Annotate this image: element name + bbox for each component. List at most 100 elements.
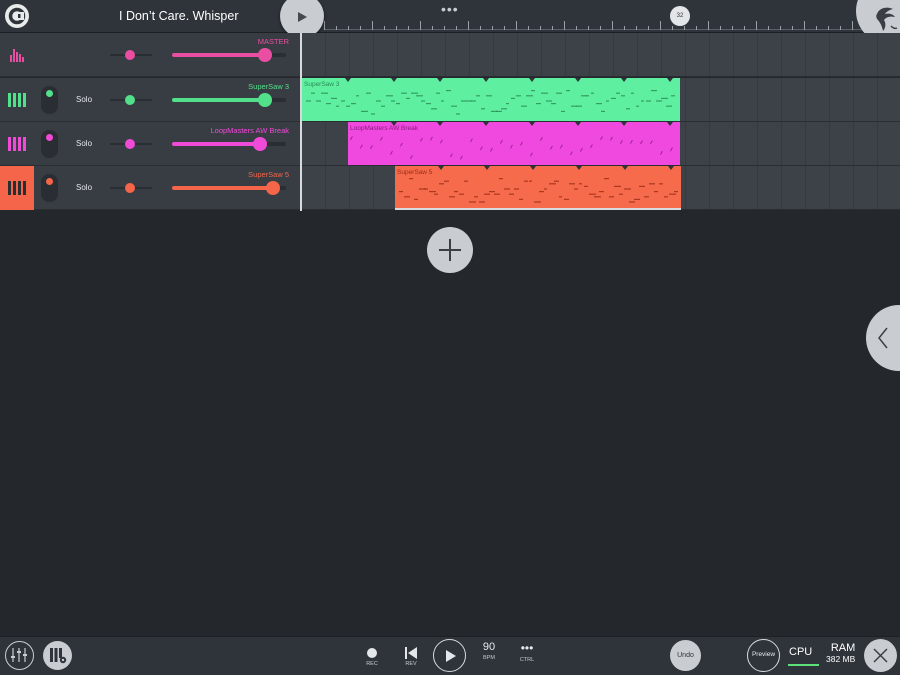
note <box>494 193 500 195</box>
note <box>409 155 413 160</box>
track-name[interactable]: LoopMasters AW Break <box>210 126 289 135</box>
side-panel-toggle[interactable] <box>866 305 900 371</box>
track-loopmasters-aw-break[interactable]: Solo LoopMasters AW Break <box>0 122 300 166</box>
solo-button[interactable]: Solo <box>76 183 92 192</box>
track-master[interactable]: MASTER <box>0 33 300 77</box>
pattern-clip[interactable]: LoopMasters AW Break <box>348 122 680 165</box>
track-name[interactable]: MASTER <box>258 37 289 46</box>
ruler-tick <box>336 26 337 30</box>
ruler-tick <box>720 26 721 30</box>
piano-keys-icon[interactable] <box>0 166 34 210</box>
note <box>634 198 640 200</box>
track-supersaw-5[interactable]: Solo SuperSaw 5 <box>0 166 300 210</box>
mixer-bars-icon[interactable] <box>0 33 34 77</box>
cpu-label: CPU <box>789 646 813 658</box>
note <box>481 108 485 110</box>
note <box>510 144 513 149</box>
note <box>639 185 645 187</box>
solo-button[interactable]: Solo <box>76 139 92 148</box>
note <box>444 180 449 182</box>
solo-button[interactable]: Solo <box>76 95 92 104</box>
note <box>619 193 623 195</box>
note <box>664 196 668 198</box>
ruler-tick <box>840 26 841 30</box>
note <box>651 90 657 92</box>
preview-button[interactable]: Preview <box>747 639 780 672</box>
note <box>406 97 410 99</box>
note <box>669 193 676 195</box>
note <box>434 193 438 195</box>
plugins-button[interactable] <box>43 641 72 670</box>
beat-marker <box>530 166 536 170</box>
track-name[interactable]: SuperSaw 3 <box>248 82 289 91</box>
ruler-tick <box>804 21 805 30</box>
note <box>546 100 552 102</box>
note <box>421 100 425 102</box>
mute-toggle[interactable] <box>41 86 58 114</box>
beat-marker <box>437 122 443 126</box>
pan-knob[interactable] <box>125 50 135 60</box>
volume-fill <box>172 186 274 190</box>
play-button[interactable] <box>433 639 466 672</box>
pan-knob[interactable] <box>125 139 135 149</box>
track-name[interactable]: SuperSaw 5 <box>248 170 289 179</box>
song-title[interactable]: I Don’t Care. Whisper <box>119 9 238 23</box>
pan-knob[interactable] <box>125 95 135 105</box>
note <box>511 97 515 99</box>
note <box>526 95 533 97</box>
undo-button[interactable]: Undo <box>670 640 701 671</box>
note <box>671 95 675 97</box>
note <box>539 191 544 193</box>
note <box>621 95 625 97</box>
tempo-control[interactable]: 90 BPM <box>476 641 502 661</box>
note <box>600 136 603 141</box>
mixer-button[interactable] <box>5 641 34 670</box>
note <box>476 95 480 97</box>
ruler-tick <box>468 21 469 30</box>
close-button[interactable] <box>864 639 897 672</box>
note <box>346 105 350 107</box>
ruler-tick <box>384 26 385 30</box>
volume-knob[interactable] <box>252 137 267 151</box>
bpm-value[interactable]: 90 <box>476 641 502 653</box>
record-button[interactable]: REC <box>363 641 381 667</box>
ruler-tick <box>624 26 625 30</box>
timeline-ruler[interactable] <box>324 14 900 32</box>
note <box>430 136 433 141</box>
piano-keys-icon[interactable] <box>0 122 34 166</box>
note <box>409 178 413 180</box>
note <box>570 151 573 156</box>
track-supersaw-3[interactable]: Solo SuperSaw 3 <box>0 78 300 122</box>
app-menu-icon[interactable] <box>5 4 29 28</box>
bar-marker[interactable]: 32 <box>670 6 690 26</box>
note <box>356 95 359 97</box>
pan-knob[interactable] <box>125 183 135 193</box>
add-track-button[interactable] <box>427 227 473 273</box>
beat-marker <box>438 166 444 170</box>
rev-label: REV <box>405 661 417 667</box>
playhead[interactable] <box>300 33 302 211</box>
ctrl-button[interactable]: ••• CTRL <box>514 641 540 663</box>
ruler-tick <box>396 26 397 30</box>
playlist-lane[interactable] <box>302 33 900 77</box>
note <box>650 140 653 145</box>
note <box>380 136 383 141</box>
note <box>574 188 578 190</box>
volume-knob[interactable] <box>266 181 281 195</box>
clip-label: SuperSaw 5 <box>397 169 433 176</box>
note <box>420 137 423 142</box>
pattern-clip[interactable]: SuperSaw 5 <box>395 166 681 210</box>
volume-knob[interactable] <box>258 48 273 62</box>
play-icon <box>446 650 456 662</box>
rewind-button[interactable]: REV <box>401 641 421 667</box>
beat-marker <box>345 78 351 82</box>
note <box>524 180 528 182</box>
piano-keys-icon[interactable] <box>0 78 34 122</box>
mute-toggle[interactable] <box>41 130 58 158</box>
mute-toggle[interactable] <box>41 174 58 202</box>
volume-knob[interactable] <box>258 93 273 107</box>
pattern-clip[interactable]: SuperSaw 3 <box>302 78 680 121</box>
note <box>601 110 605 112</box>
clip-notes <box>306 78 675 115</box>
note <box>331 97 337 99</box>
